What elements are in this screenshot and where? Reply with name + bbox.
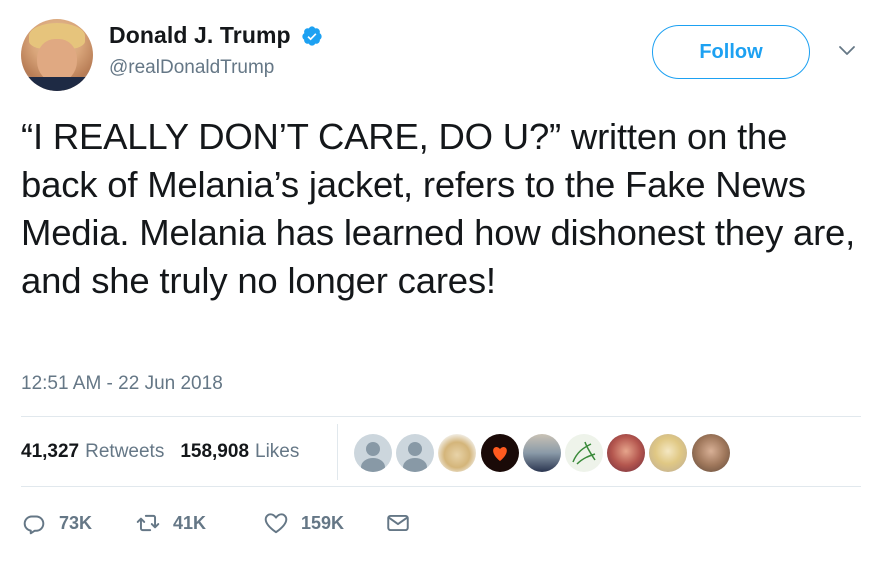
verified-badge-icon [302,25,322,46]
divider [21,416,861,417]
retweet-count: 41K [173,512,207,533]
author-avatar[interactable] [21,19,93,91]
likes-stat[interactable]: 158,908 Likes [180,441,299,463]
retweets-label: Retweets [85,441,165,462]
default-avatar-icon[interactable] [396,434,435,472]
like-count: 159K [301,512,345,533]
heart-icon [264,513,288,534]
tweet-stats: 41,327 Retweets 158,908 Likes [21,440,315,464]
blonde-avatar-icon[interactable] [649,434,688,472]
tweet-card: Donald J. Trump @realDonaldTrump Follow … [0,0,874,566]
retweet-icon [136,514,160,532]
envelope-icon [387,514,409,532]
woman-avatar-icon[interactable] [607,434,646,472]
sketch-avatar-icon[interactable] [564,434,603,472]
likers-avatars [354,434,734,472]
tweet-text: “I REALLY DON’T CARE, DO U?” written on … [21,116,856,301]
retweets-count: 41,327 [21,441,80,462]
heart-avatar-icon[interactable] [480,434,519,472]
couple-avatar-icon[interactable] [522,434,561,472]
likes-label: Likes [255,441,300,462]
follow-button[interactable]: Follow [652,25,810,79]
action-bar: 73K 41K 159K [21,508,411,538]
retweet-button[interactable]: 41K [135,510,263,536]
reply-icon [23,515,45,535]
author-handle[interactable]: @realDonaldTrump [109,57,323,79]
reply-count: 73K [59,512,93,533]
stats-separator [337,424,338,480]
author-display-name[interactable]: Donald J. Trump [109,22,291,49]
retweets-stat[interactable]: 41,327 Retweets [21,441,164,463]
reply-button[interactable]: 73K [21,510,135,536]
tweet-timestamp[interactable]: 12:51 AM - 22 Jun 2018 [21,373,223,395]
divider [21,486,861,487]
default-avatar-icon[interactable] [354,434,392,472]
woman-avatar-icon[interactable] [691,434,730,472]
chevron-down-icon[interactable] [836,40,858,62]
dog-avatar-icon[interactable] [438,434,477,472]
direct-message-button[interactable] [385,510,411,536]
author-info: Donald J. Trump @realDonaldTrump [109,22,323,79]
likes-count: 158,908 [180,441,250,462]
like-button[interactable]: 159K [263,510,385,536]
